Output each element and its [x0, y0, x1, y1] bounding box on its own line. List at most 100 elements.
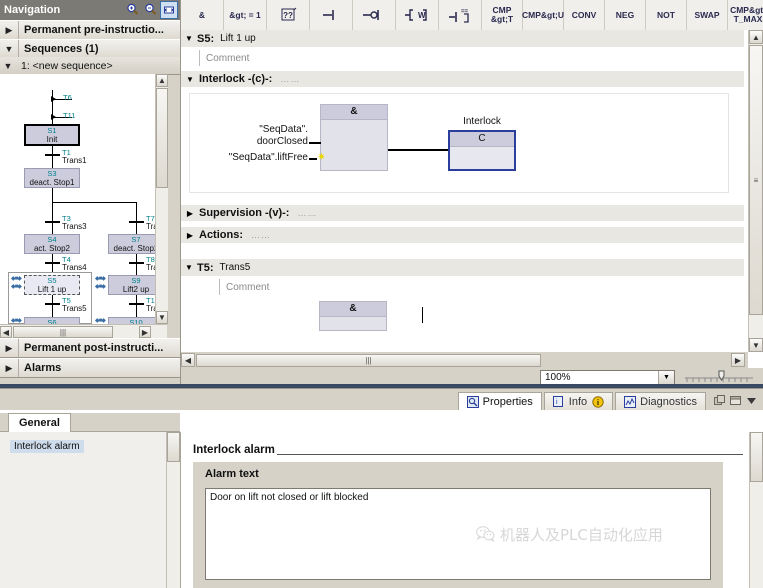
section-interlock[interactable]: ▼ Interlock -(c)-: …… — [181, 71, 744, 87]
toolbar-and-box[interactable]: & — [181, 0, 224, 30]
info-tab-icon: i — [552, 396, 565, 408]
scroll-left-button[interactable]: ◀ — [0, 326, 12, 338]
sidebar-item-sequences[interactable]: ▼ Sequences (1) — [0, 39, 180, 59]
toolbar-label: CMP&gt; T_MAX — [730, 5, 763, 24]
list-item-interlock-alarm[interactable]: Interlock alarm — [10, 440, 84, 453]
inspector-category-list[interactable]: Interlock alarm — [0, 432, 181, 588]
and-block[interactable]: & — [320, 104, 388, 171]
collapse-panel-icon[interactable] — [746, 395, 757, 409]
section-dots: …… — [251, 230, 271, 240]
sequence-tree[interactable]: T6 T11 S1 Init T1 Trans1 S3 deact. Stop1 — [0, 74, 167, 324]
fit-width-icon[interactable] — [160, 1, 178, 19]
toolbar-cmp-t-max[interactable]: CMP&gt; T_MAX — [728, 0, 763, 30]
toolbar-label: CONV — [571, 9, 597, 20]
svg-text:W: W — [418, 11, 426, 20]
chevron-down-icon: ▼ — [185, 34, 193, 43]
toolbar-normally-open-contact[interactable] — [310, 0, 353, 30]
alarm-text-value: Door on lift not closed or lift blocked — [210, 492, 369, 503]
section-supervision[interactable]: ▶ Supervision -(v)-: …… — [181, 205, 744, 221]
toolbar-label: CMP&gt;U — [521, 9, 565, 20]
tree-step-s1[interactable]: S1 Init — [24, 124, 80, 146]
scroll-right-button[interactable]: ▶ — [139, 326, 151, 338]
sidebar-item-label: Alarms — [24, 362, 62, 374]
tree-transition-name: Trans4 — [62, 263, 87, 272]
title-rule — [277, 454, 743, 455]
tab-general[interactable]: General — [8, 413, 71, 432]
scroll-up-button[interactable]: ▲ — [749, 30, 763, 44]
toolbar-normally-closed-contact[interactable] — [353, 0, 396, 30]
editor-horizontal-scrollbar[interactable]: ◀ ||| ▶ — [181, 352, 748, 368]
alarm-text-input[interactable]: Door on lift not closed or lift blocked — [205, 488, 711, 580]
minimize-window-icon[interactable] — [730, 395, 741, 409]
toolbar-compare-box[interactable]: == — [439, 0, 482, 30]
inspector-tabstrip: Properties i Info i Diagnostics — [0, 388, 763, 411]
zoom-level-value: 100% — [545, 371, 571, 383]
restore-window-icon[interactable] — [714, 395, 725, 409]
tree-step-id: S1 — [47, 126, 57, 135]
tree-step-s6[interactable]: S6 Lift 1 down — [24, 317, 80, 324]
toolbar-swap[interactable]: SWAP — [687, 0, 728, 30]
chevron-down-icon[interactable]: ▼ — [658, 370, 674, 384]
sequence-selector[interactable]: ▼ 1: <new sequence> — [0, 57, 180, 75]
transition-comment-row[interactable]: Comment — [181, 277, 744, 297]
negate-input-marker[interactable]: ✷ — [317, 153, 326, 163]
input2-text: "SeqData".liftFree — [228, 152, 308, 163]
toolbar-neg[interactable]: NEG — [605, 0, 646, 30]
tree-step-s4[interactable]: S4 act. Stop2 — [24, 234, 80, 254]
zoom-in-icon[interactable] — [124, 1, 140, 17]
input2-label[interactable]: "SeqData".liftFree — [190, 152, 308, 164]
transition-logic-diagram[interactable]: & — [189, 297, 744, 331]
toolbar-label: SWAP — [694, 9, 720, 20]
scroll-left-button[interactable]: ◀ — [181, 353, 195, 367]
tree-step-s5[interactable]: S5 Lift 1 up — [24, 275, 80, 295]
sequence-editor: ▼ S5: Lift 1 up Comment ▼ Interlock -(c)… — [181, 30, 763, 352]
toolbar-cmp-gt-t[interactable]: CMP &gt;T — [482, 0, 523, 30]
toolbar-conv[interactable]: CONV — [564, 0, 605, 30]
interlock-coil-block[interactable]: C — [448, 130, 516, 171]
sidebar-item-permanent-pre-instructions[interactable]: ▶ Permanent pre-instructio... — [0, 20, 180, 40]
and-block-2[interactable]: & — [319, 301, 387, 331]
tree-vertical-scrollbar[interactable]: ▲ ▼ — [155, 74, 168, 324]
scroll-thumb[interactable]: ||| — [13, 326, 113, 338]
tab-properties[interactable]: Properties — [457, 392, 542, 411]
detail-pane-scrollbar[interactable] — [749, 432, 763, 588]
toolbar-not[interactable]: NOT — [646, 0, 687, 30]
step-comment-row[interactable]: Comment — [181, 48, 744, 68]
input1-label[interactable]: "SeqData". doorClosed — [190, 124, 308, 148]
sidebar-item-permanent-post-instructions[interactable]: ▶ Permanent post-instructi... — [0, 338, 180, 358]
sidebar-item-alarms[interactable]: ▶ Alarms — [0, 358, 180, 378]
inspector-detail-pane: Interlock alarm Alarm text Door on lift … — [181, 432, 763, 588]
scroll-down-button[interactable]: ▼ — [749, 338, 763, 352]
scroll-thumb[interactable]: ≡ — [749, 45, 763, 315]
scroll-thumb[interactable] — [156, 88, 168, 188]
transition-network-header[interactable]: ▼ T5: Trans5 — [181, 259, 744, 277]
toolbar-coil[interactable]: W — [396, 0, 439, 30]
scroll-down-button[interactable]: ▼ — [156, 311, 168, 324]
zoom-out-icon[interactable] — [142, 1, 158, 17]
tab-diagnostics[interactable]: Diagnostics — [615, 392, 706, 411]
category-list-scrollbar[interactable] — [166, 432, 180, 588]
interlock-logic-diagram[interactable]: & "SeqData". doorClosed "SeqData".liftFr… — [189, 93, 729, 193]
tab-label: Properties — [482, 396, 533, 408]
transition-id: T5: — [197, 261, 214, 274]
toolbar-or-box[interactable]: &gt; = 1 — [224, 0, 267, 30]
scroll-thumb[interactable]: ||| — [196, 353, 541, 367]
zoom-level-combobox[interactable]: 100% ▼ — [540, 369, 675, 385]
tree-horizontal-scrollbar[interactable]: ◀ ||| ▶ — [0, 324, 167, 339]
toolbar-label: CMP &gt;T — [490, 5, 514, 24]
chevron-right-icon: ▶ — [0, 359, 19, 377]
section-actions[interactable]: ▶ Actions: …… — [181, 227, 744, 243]
scroll-thumb[interactable] — [167, 432, 180, 462]
tree-step-s3[interactable]: S3 deact. Stop1 — [24, 168, 80, 188]
toolbar-empty-box[interactable]: ?? — [267, 0, 310, 30]
zoom-slider[interactable] — [683, 370, 755, 384]
scroll-thumb[interactable] — [750, 432, 763, 482]
tree-jump-label: T6 — [63, 93, 72, 102]
toolbar-cmp-gt-u[interactable]: CMP&gt;U — [521, 0, 565, 30]
scroll-up-button[interactable]: ▲ — [156, 74, 168, 87]
tab-info[interactable]: i Info i — [543, 392, 614, 411]
step-network-header[interactable]: ▼ S5: Lift 1 up — [181, 30, 744, 48]
editor-vertical-scrollbar[interactable]: ▲ ≡ ▼ — [748, 30, 763, 352]
scroll-right-button[interactable]: ▶ — [731, 353, 745, 367]
editor-content: ▼ S5: Lift 1 up Comment ▼ Interlock -(c)… — [181, 30, 744, 352]
